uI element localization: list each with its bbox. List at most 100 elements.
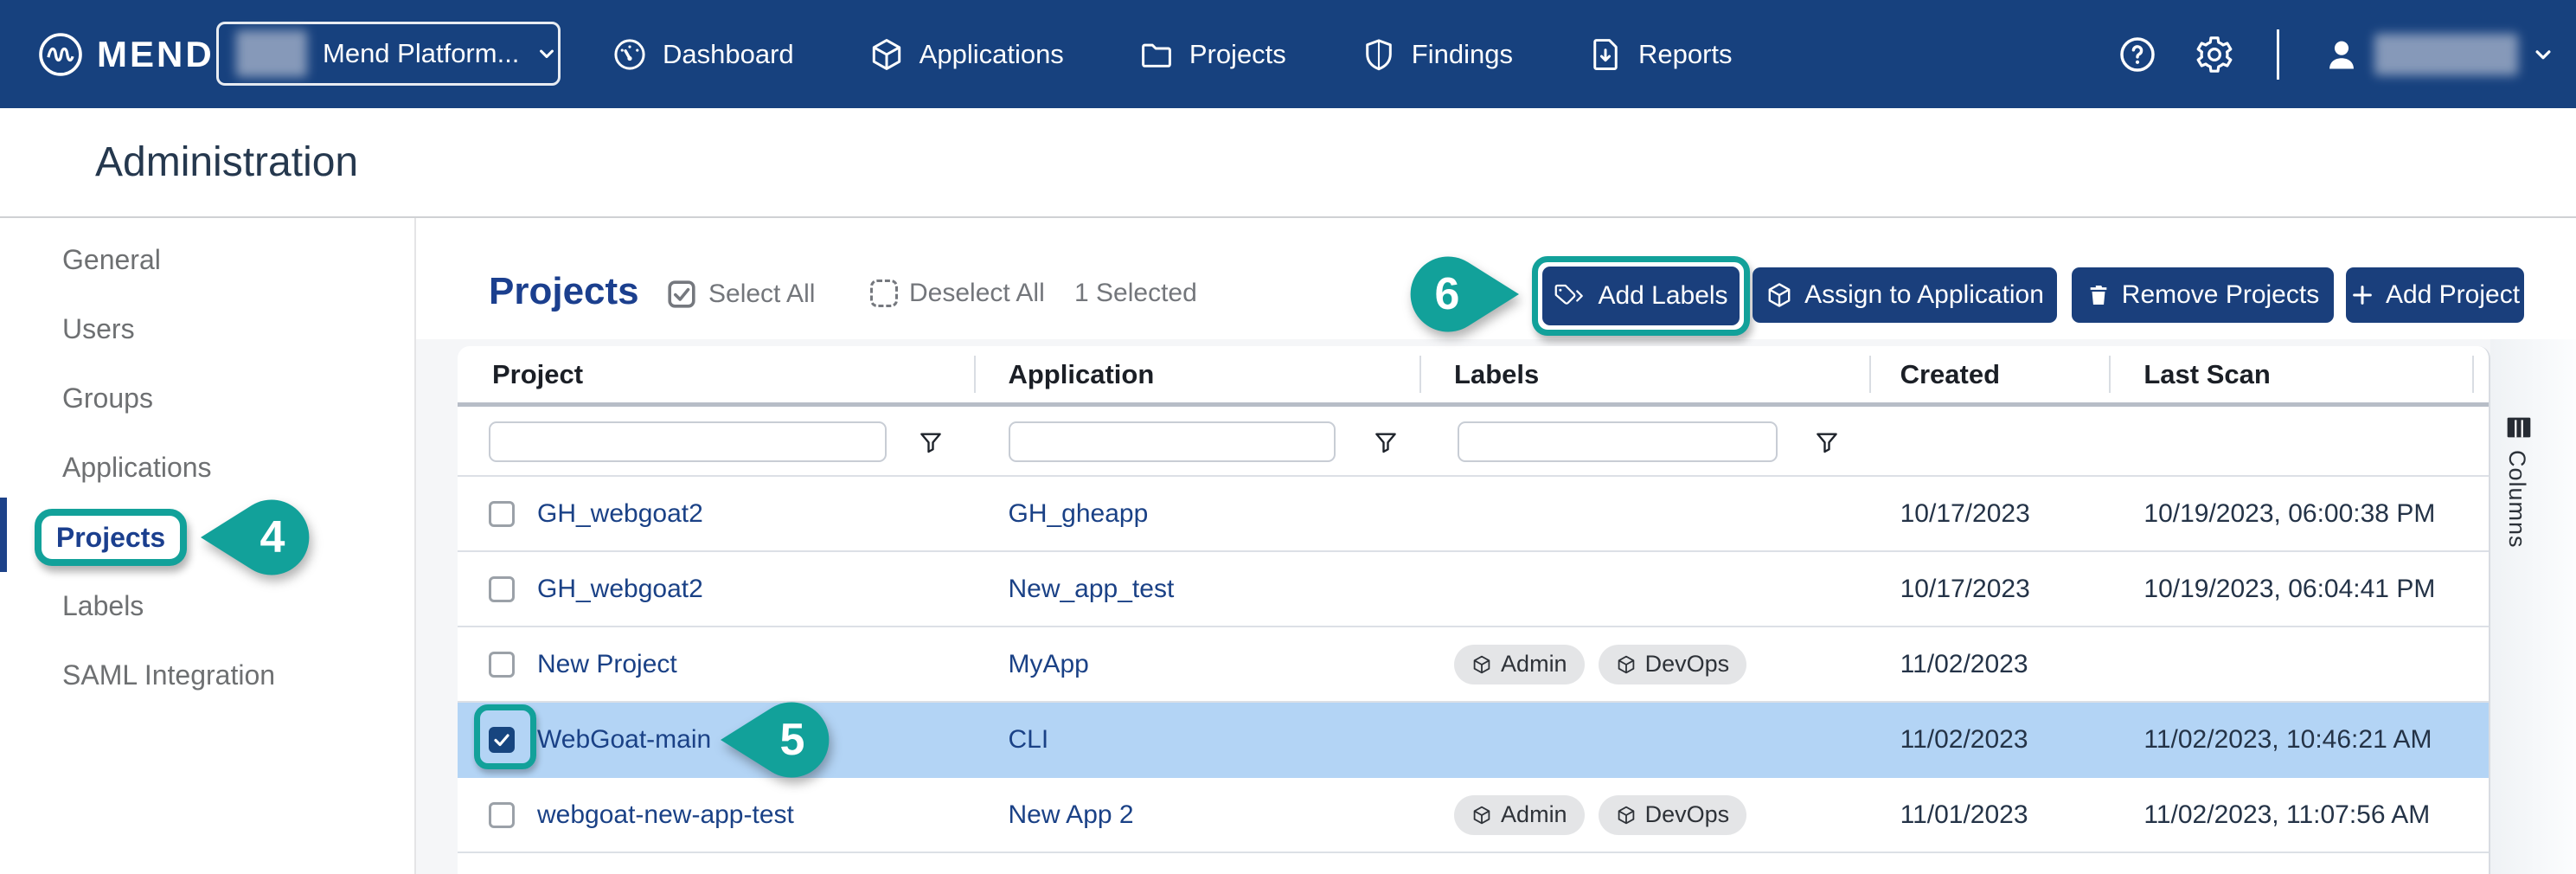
nav-item-projects[interactable]: Projects: [1138, 36, 1286, 73]
nav-item-label: Dashboard: [663, 39, 794, 70]
row-checkbox[interactable]: [489, 576, 515, 602]
filter-funnel-icon[interactable]: [1373, 429, 1399, 455]
label-badge: Admin: [1454, 795, 1585, 835]
row-checkbox[interactable]: [489, 652, 515, 678]
page-header: Administration: [0, 108, 2576, 218]
application-filter-input[interactable]: [1009, 421, 1336, 462]
sidebar-item-general[interactable]: General: [0, 225, 414, 294]
column-header-labels[interactable]: Labels: [1419, 346, 1868, 402]
nav-item-label: Applications: [920, 39, 1064, 70]
nav-item-label: Reports: [1638, 39, 1733, 70]
row-checkbox[interactable]: [489, 501, 515, 527]
column-separator: [2472, 356, 2474, 393]
label-badge: Admin: [1454, 645, 1585, 684]
table-row[interactable]: New Project MyApp Admin DevOps 11/02/202…: [458, 627, 2489, 703]
folder-icon: [1138, 36, 1175, 73]
sidebar-item-users[interactable]: Users: [0, 294, 414, 363]
application-link[interactable]: CLI: [1008, 725, 1048, 755]
nav-item-label: Projects: [1189, 39, 1286, 70]
table-row[interactable]: webgoat-new-app-test New App 2 Admin Dev…: [458, 778, 2489, 853]
last-scan-date: 10/19/2023, 06:00:38 PM: [2143, 499, 2435, 529]
columns-tab-label: Columns: [2503, 450, 2530, 549]
project-link[interactable]: GH_webgoat2: [537, 499, 703, 529]
columns-icon: [2505, 415, 2533, 440]
user-avatar-icon[interactable]: [2323, 35, 2361, 74]
cube-icon: [1765, 281, 1793, 309]
add-labels-button[interactable]: Add Labels: [1542, 267, 1740, 325]
labels-filter-input[interactable]: [1458, 421, 1778, 462]
help-icon[interactable]: [2118, 35, 2157, 74]
org-selector-dropdown[interactable]: Mend Platform...: [216, 22, 561, 86]
column-separator: [1869, 356, 1871, 393]
remove-projects-button[interactable]: Remove Projects: [2072, 267, 2334, 323]
nav-item-applications[interactable]: Applications: [868, 36, 1064, 73]
mend-logo[interactable]: MEND: [38, 0, 215, 108]
navbar-divider: [2277, 29, 2279, 80]
nav-item-findings[interactable]: Findings: [1361, 36, 1513, 73]
sidebar-item-saml-integration[interactable]: SAML Integration: [0, 640, 414, 710]
gear-icon[interactable]: [2194, 34, 2235, 75]
sidebar-item-groups[interactable]: Groups: [0, 363, 414, 433]
columns-tab[interactable]: Columns: [2490, 339, 2576, 874]
project-link[interactable]: GH_webgoat2: [537, 575, 703, 604]
nav-item-reports[interactable]: Reports: [1587, 36, 1733, 73]
label-badge: DevOps: [1599, 645, 1747, 684]
sidebar-item-projects-highlighted[interactable]: Projects: [35, 509, 187, 566]
nav-item-label: Findings: [1412, 39, 1513, 70]
page-title: Administration: [95, 108, 358, 216]
table-header-row: Project Application Labels Created Last …: [458, 346, 2489, 407]
application-link[interactable]: New App 2: [1008, 800, 1133, 830]
shield-icon: [1361, 36, 1397, 73]
table-row[interactable]: GH_webgoat2 New_app_test 10/17/2023 10/1…: [458, 552, 2489, 627]
column-header-project[interactable]: Project: [458, 346, 973, 402]
select-all-button[interactable]: Select All: [666, 279, 815, 310]
application-link[interactable]: GH_gheapp: [1008, 499, 1148, 529]
deselect-all-button[interactable]: Deselect All: [870, 279, 1045, 308]
selected-count: 1 Selected: [1074, 279, 1197, 308]
projects-main: Projects Select All Deselect All 1 Selec…: [416, 218, 2576, 874]
column-separator: [974, 356, 976, 393]
application-link[interactable]: MyApp: [1008, 650, 1088, 679]
trash-icon: [2086, 282, 2111, 308]
project-filter-input[interactable]: [489, 421, 887, 462]
projects-table: Project Application Labels Created Last …: [458, 346, 2490, 874]
created-date: 11/02/2023: [1900, 650, 2028, 679]
table-row-selected[interactable]: WebGoat-main CLI 11/02/2023 11/02/2023, …: [458, 703, 2489, 778]
column-separator: [2109, 356, 2111, 393]
row-checkbox[interactable]: [489, 802, 515, 828]
created-date: 11/01/2023: [1900, 800, 2028, 830]
project-link[interactable]: WebGoat-main: [537, 725, 711, 755]
filter-funnel-icon[interactable]: [1814, 429, 1840, 455]
assign-to-application-button[interactable]: Assign to Application: [1753, 267, 2057, 323]
column-header-application[interactable]: Application: [973, 346, 1419, 402]
project-link[interactable]: webgoat-new-app-test: [537, 800, 794, 830]
dashboard-gauge-icon: [612, 36, 648, 73]
redacted-org-name: [236, 30, 307, 77]
tag-icon: [1554, 283, 1586, 309]
deselect-all-icon: [870, 280, 898, 307]
project-link[interactable]: New Project: [537, 650, 677, 679]
column-header-created[interactable]: Created: [1868, 346, 2108, 402]
projects-heading: Projects: [489, 270, 639, 313]
table-filter-row: [458, 407, 2489, 477]
chevron-down-icon[interactable]: [2530, 42, 2556, 67]
last-scan-date: 10/19/2023, 06:04:41 PM: [2143, 575, 2435, 604]
created-date: 11/02/2023: [1900, 725, 2028, 755]
annotation-highlight-checkbox: [474, 704, 536, 769]
chevron-down-icon: [535, 42, 559, 66]
top-navbar: MEND Mend Platform... Dashboard: [0, 0, 2576, 108]
column-separator: [1419, 356, 1421, 393]
mend-logo-text: MEND: [97, 34, 215, 75]
column-header-last-scan[interactable]: Last Scan: [2107, 346, 2489, 402]
nav-item-dashboard[interactable]: Dashboard: [612, 36, 794, 73]
filter-funnel-icon[interactable]: [918, 429, 944, 455]
created-date: 10/17/2023: [1900, 575, 2030, 604]
navbar-right: [2118, 0, 2556, 108]
sidebar-item-labels[interactable]: Labels: [0, 571, 414, 640]
application-link[interactable]: New_app_test: [1008, 575, 1174, 604]
table-row[interactable]: GH_webgoat2 GH_gheapp 10/17/2023 10/19/2…: [458, 477, 2489, 552]
sidebar-item-applications[interactable]: Applications: [0, 433, 414, 502]
add-project-button[interactable]: Add Project: [2346, 267, 2524, 323]
admin-sidebar: General Users Groups Applications Projec…: [0, 218, 416, 874]
admin-body: General Users Groups Applications Projec…: [0, 218, 2576, 874]
